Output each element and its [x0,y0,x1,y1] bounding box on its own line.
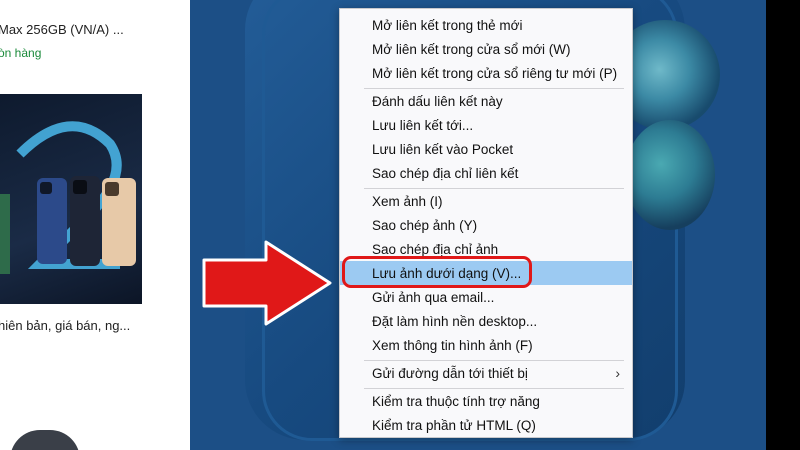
menu-item-label: Xem thông tin hình ảnh (F) [372,337,533,353]
menu-item-send-link-to-device[interactable]: Gửi đường dẫn tới thiết bị › [340,361,632,385]
menu-item-inspect-accessibility[interactable]: Kiểm tra thuộc tính trợ năng [340,389,632,413]
menu-item-inspect-element[interactable]: Kiểm tra phần tử HTML (Q) [340,413,632,437]
menu-item-label: Gửi đường dẫn tới thiết bị [372,365,528,381]
product-card-left[interactable]: Max 256GB (VN/A) ... òn hàng hiên bản, g… [0,0,142,450]
menu-item-open-link-new-tab[interactable]: Mở liên kết trong thẻ mới [340,13,632,37]
menu-item-save-link-to-pocket[interactable]: Lưu liên kết vào Pocket [340,137,632,161]
product-title[interactable]: Max 256GB (VN/A) ... [0,22,124,37]
menu-item-copy-link-address[interactable]: Sao chép địa chỉ liên kết [340,161,632,185]
screenshot-frame: Max 256GB (VN/A) ... òn hàng hiên bản, g… [0,0,800,450]
context-menu: Mở liên kết trong thẻ mới Mở liên kết tr… [339,8,633,438]
menu-item-label: Đánh dấu liên kết này [372,93,503,109]
menu-item-bookmark-link[interactable]: Đánh dấu liên kết này [340,89,632,113]
next-product-thumbnail[interactable] [10,430,80,450]
menu-item-label: Sao chép ảnh (Y) [372,217,478,233]
menu-item-label: Mở liên kết trong cửa sổ riêng tư mới (P… [372,65,618,81]
iphone-12-promo-image [0,121,136,274]
menu-item-view-image-info[interactable]: Xem thông tin hình ảnh (F) [340,333,632,357]
menu-item-label: Lưu liên kết vào Pocket [372,141,514,157]
menu-item-copy-image[interactable]: Sao chép ảnh (Y) [340,213,632,237]
menu-item-label: Sao chép địa chỉ ảnh [372,241,499,257]
stock-status: òn hàng [0,46,42,60]
menu-item-label: Đặt làm hình nền desktop... [372,313,538,329]
menu-item-label: Mở liên kết trong cửa sổ mới (W) [372,41,571,57]
highlight-annotation-box [342,256,532,288]
product-thumbnail[interactable] [0,94,142,304]
menu-item-label: Kiểm tra thuộc tính trợ năng [372,393,540,409]
camera-lens-bottom [625,120,715,230]
page-gutter [142,0,190,450]
menu-item-open-link-private-window[interactable]: Mở liên kết trong cửa sổ riêng tư mới (P… [340,61,632,85]
menu-item-set-desktop-background[interactable]: Đặt làm hình nền desktop... [340,309,632,333]
menu-item-label: Lưu liên kết tới... [372,117,474,133]
menu-item-label: Kiểm tra phần tử HTML (Q) [372,417,536,433]
menu-item-label: Sao chép địa chỉ liên kết [372,165,519,181]
right-border [766,0,800,450]
menu-item-open-link-new-window[interactable]: Mở liên kết trong cửa sổ mới (W) [340,37,632,61]
menu-item-label: Mở liên kết trong thẻ mới [372,17,523,33]
menu-item-view-image[interactable]: Xem ảnh (I) [340,189,632,213]
menu-item-email-image[interactable]: Gửi ảnh qua email... [340,285,632,309]
menu-item-save-link-as[interactable]: Lưu liên kết tới... [340,113,632,137]
arrow-right-icon [202,240,332,326]
menu-item-label: Gửi ảnh qua email... [372,289,495,305]
product-caption[interactable]: hiên bản, giá bán, ng... [0,318,130,333]
chevron-right-icon: › [615,365,620,381]
menu-item-label: Xem ảnh (I) [372,193,443,209]
